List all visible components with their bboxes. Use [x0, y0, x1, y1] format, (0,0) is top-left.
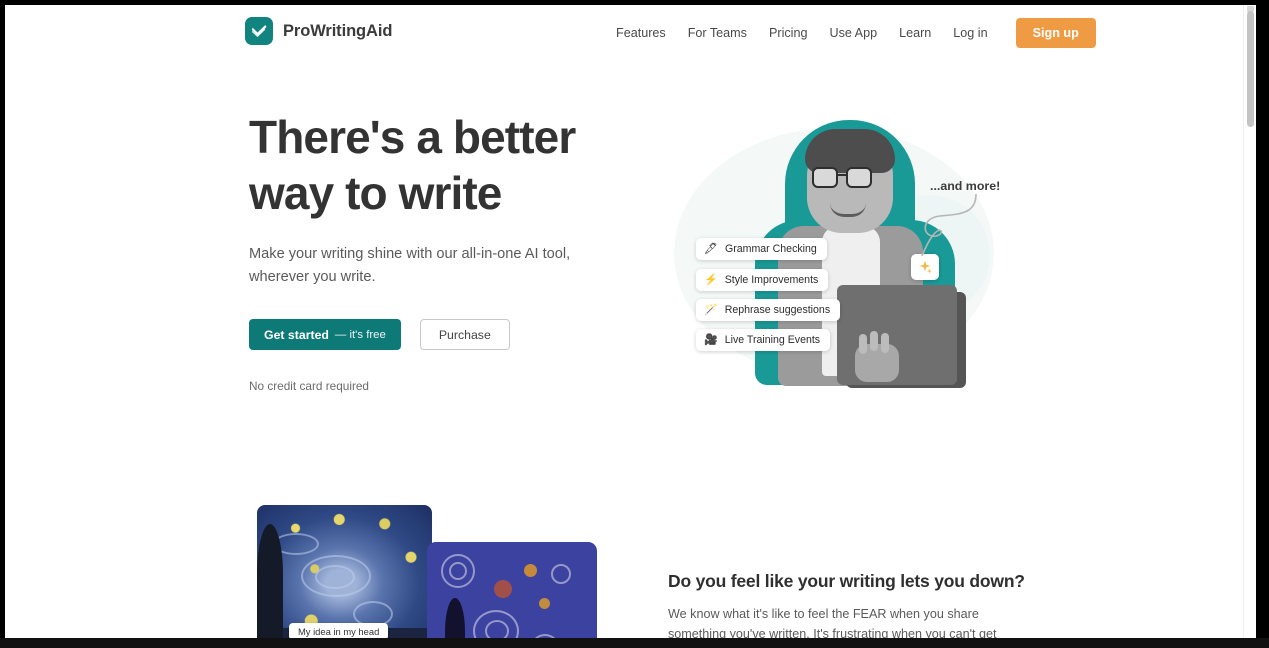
- feature-chip-label: Rephrase suggestions: [724, 304, 831, 316]
- prowritingaid-logo-icon: [245, 17, 273, 45]
- hero-subtitle: Make your writing shine with our all-in-…: [249, 246, 571, 285]
- feature-chip-live-training-events: 🎥 Live Training Events: [696, 329, 831, 351]
- brand-name: ProWritingAid: [283, 21, 393, 40]
- glasses-right-lens: [846, 167, 872, 188]
- glasses-bridge: [838, 174, 846, 177]
- page-title: There's a better way to write: [249, 109, 609, 221]
- sign-up-button[interactable]: Sign up: [1015, 18, 1096, 48]
- get-started-sublabel: — it's free: [334, 328, 386, 341]
- nav-item-learn[interactable]: Learn: [888, 5, 942, 61]
- simplified-cypress: [445, 598, 465, 638]
- finger: [870, 331, 878, 351]
- feature-chip-style-improvements: ⚡ Style Improvements: [696, 269, 829, 291]
- hero-actions: Get started — it's free Purchase: [249, 319, 609, 350]
- pointer-curve-icon: [921, 193, 977, 257]
- image-caption: My idea in my head: [289, 623, 389, 638]
- browser-frame: ProWritingAid Features For Teams Pricing…: [0, 0, 1269, 648]
- section-two-title: Do you feel like your writing lets you d…: [668, 571, 1025, 591]
- and-more-label: ...and more!: [930, 179, 1001, 193]
- brand-logo-link[interactable]: ProWritingAid: [245, 17, 392, 45]
- writing-comparison-images: My idea in my head: [257, 505, 597, 638]
- feature-chip-label: Grammar Checking: [724, 243, 817, 255]
- hero-copy: There's a better way to write Make your …: [249, 109, 609, 393]
- section-two-copy: Do you feel like your writing lets you d…: [668, 571, 1025, 638]
- finger: [859, 334, 867, 354]
- hero-title-line-1: There's a better: [249, 111, 576, 163]
- video-camera-icon: 🎥: [704, 333, 718, 346]
- swirl: [449, 562, 467, 580]
- nav-item-for-teams[interactable]: For Teams: [677, 5, 758, 61]
- vertical-scrollbar[interactable]: [1243, 5, 1256, 638]
- feature-chip-grammar-checking: 🖋 Grammar Checking: [696, 238, 827, 260]
- nav-item-log-in[interactable]: Log in: [942, 5, 998, 61]
- purchase-button[interactable]: Purchase: [419, 319, 510, 350]
- page-viewport: ProWritingAid Features For Teams Pricing…: [5, 5, 1256, 638]
- swirl: [551, 564, 571, 584]
- get-started-label: Get started: [264, 327, 329, 342]
- finger: [881, 333, 889, 353]
- site-header: ProWritingAid Features For Teams Pricing…: [5, 5, 1243, 61]
- magic-wand-icon: 🪄: [704, 303, 718, 316]
- nav-item-use-app[interactable]: Use App: [818, 5, 888, 61]
- feature-chip-label: Live Training Events: [724, 334, 821, 346]
- lightning-bolt-icon: ⚡: [704, 273, 718, 286]
- swirl: [485, 620, 509, 638]
- main-navigation: Features For Teams Pricing Use App Learn…: [605, 5, 1096, 61]
- starry-night-painting: [257, 505, 432, 638]
- get-started-button[interactable]: Get started — it's free: [249, 319, 401, 350]
- hero-title-line-2: way to write: [249, 167, 502, 219]
- window-bottom-edge: [0, 638, 1269, 648]
- starry-night-cypress: [257, 524, 283, 638]
- star-dot: [539, 598, 550, 609]
- feature-chip-label: Style Improvements: [724, 274, 819, 286]
- scrollbar-thumb[interactable]: [1247, 11, 1254, 127]
- section-two-body: We know what it's like to feel the FEAR …: [668, 607, 997, 638]
- web-page: ProWritingAid Features For Teams Pricing…: [5, 5, 1243, 638]
- nav-item-pricing[interactable]: Pricing: [758, 5, 819, 61]
- hero-illustration: 🖋 Grammar Checking ⚡ Style Improvements …: [660, 100, 1030, 400]
- star-dot: [494, 580, 512, 598]
- nav-item-features[interactable]: Features: [605, 5, 677, 61]
- person-hand: [855, 331, 899, 382]
- quill-pen-icon: 🖋: [704, 242, 718, 255]
- feature-chip-rephrase-suggestions: 🪄 Rephrase suggestions: [696, 299, 841, 321]
- swirl: [531, 634, 559, 638]
- simplified-drawing: [427, 542, 597, 638]
- swirl: [315, 565, 355, 589]
- no-credit-card-note: No credit card required: [249, 379, 369, 393]
- star-dot: [524, 564, 537, 577]
- glasses-left-lens: [812, 167, 838, 188]
